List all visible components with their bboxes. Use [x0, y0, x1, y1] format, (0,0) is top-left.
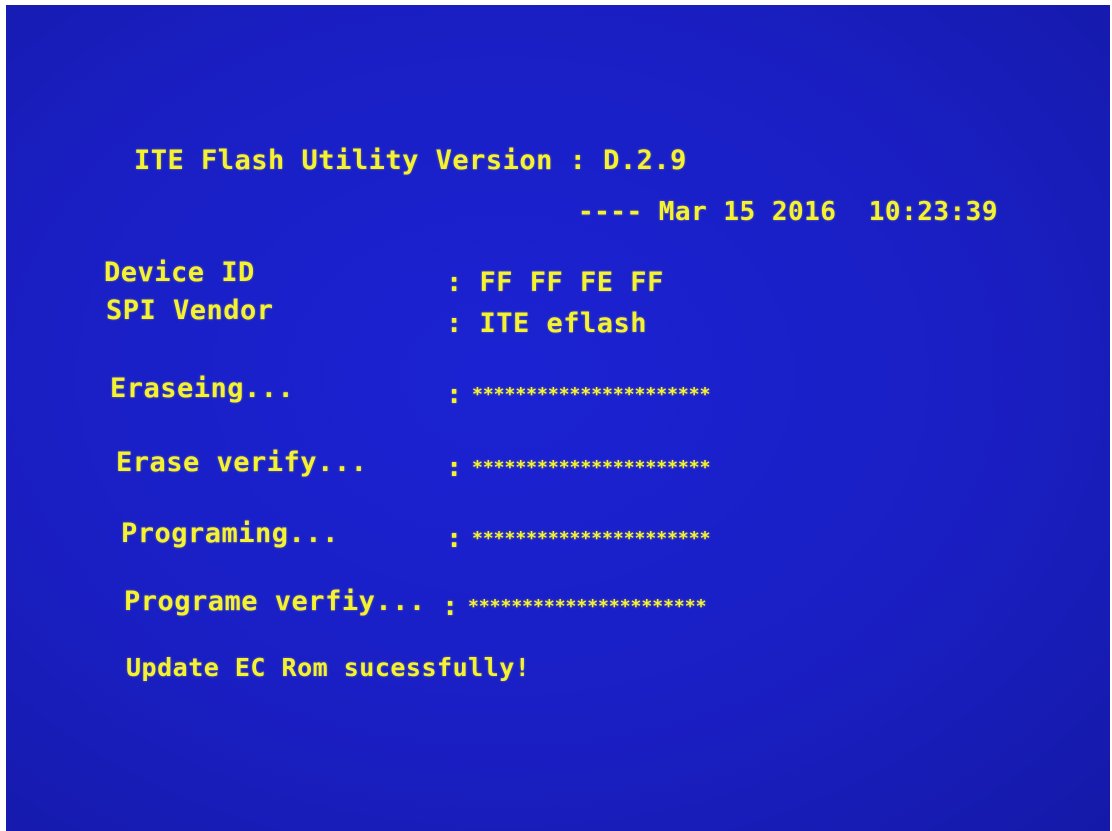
utility-title: ITE Flash Utility Version : D.2.9: [134, 145, 687, 176]
spi-vendor-value: : ITE eflash: [446, 308, 648, 339]
program-verify-separator: :: [442, 591, 459, 622]
programming-progress: **********************: [472, 528, 711, 549]
erasing-label: Eraseing...: [110, 373, 295, 404]
programming-label: Programing...: [121, 518, 339, 549]
program-verify-progress: **********************: [468, 596, 707, 617]
erase-verify-label: Erase verify...: [116, 447, 368, 478]
erasing-progress: **********************: [472, 384, 711, 405]
erase-verify-progress: **********************: [472, 457, 711, 478]
device-id-label: Device ID: [104, 257, 255, 288]
program-verify-label: Programe verfiy...: [124, 586, 426, 617]
device-id-value: : FF FF FE FF: [446, 267, 664, 298]
build-date: ---- Mar 15 2016 10:23:39: [578, 197, 998, 227]
result-message: Update EC Rom sucessfully!: [126, 653, 531, 682]
spi-vendor-label: SPI Vendor: [106, 295, 274, 326]
bios-screen: ITE Flash Utility Version : D.2.9 ---- M…: [6, 5, 1110, 831]
programming-separator: :: [446, 523, 463, 554]
erase-verify-separator: :: [446, 452, 463, 483]
erasing-separator: :: [446, 379, 463, 410]
